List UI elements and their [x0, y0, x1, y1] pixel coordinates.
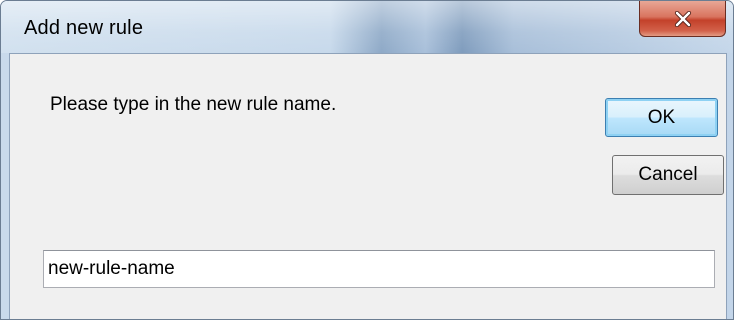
rule-name-input[interactable]: [43, 250, 715, 288]
title-bar[interactable]: Add new rule: [1, 1, 733, 53]
dialog-window: Add new rule Please type in the new rule…: [0, 0, 734, 320]
close-button[interactable]: [639, 1, 726, 37]
prompt-label: Please type in the new rule name.: [50, 94, 337, 115]
window-title: Add new rule: [24, 17, 144, 39]
dialog-body: Please type in the new rule name. OK Can…: [9, 53, 727, 319]
cancel-button[interactable]: Cancel: [612, 155, 724, 195]
ok-button[interactable]: OK: [605, 98, 718, 137]
close-x-icon: [674, 10, 692, 27]
